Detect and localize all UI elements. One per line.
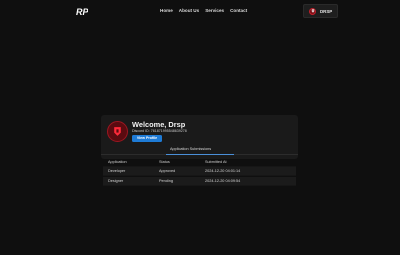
rp-logo-icon[interactable]: RP xyxy=(76,7,88,16)
tab-application-submissions[interactable]: Application Submissions xyxy=(170,147,211,151)
cell-application: Designer xyxy=(108,179,124,183)
discord-id-text: Discord ID: 761871995548639278 xyxy=(132,129,187,133)
view-profile-button[interactable]: View Profile xyxy=(132,134,162,142)
cell-status: Approved xyxy=(159,169,176,173)
table-row[interactable]: Developer Approved 2024-12-20 04:01:14 xyxy=(103,167,296,176)
main-nav: Home About Us Services Contact xyxy=(160,8,247,13)
svg-text:RP: RP xyxy=(76,7,88,16)
discord-avatar-icon xyxy=(311,9,314,13)
table-header-row: Application Status Submitted At xyxy=(103,158,296,167)
discord-avatar-icon xyxy=(114,127,121,136)
header-submitted-at: Submitted At xyxy=(205,160,227,164)
cell-submitted-at: 2024-12-20 04:01:14 xyxy=(205,169,241,173)
nav-about-us[interactable]: About Us xyxy=(179,8,199,13)
profile-card: Welcome, Drsp Discord ID: 76187199554863… xyxy=(101,115,298,159)
user-menu-button[interactable]: DRSP xyxy=(303,4,338,18)
submissions-table: Application Status Submitted At Develope… xyxy=(103,158,296,187)
nav-contact[interactable]: Contact xyxy=(230,8,247,13)
header-application: Application xyxy=(108,160,127,164)
user-avatar xyxy=(309,7,316,15)
cell-submitted-at: 2024-12-20 04:09:54 xyxy=(205,179,241,183)
welcome-heading: Welcome, Drsp xyxy=(132,120,186,129)
cell-status: Pending xyxy=(159,179,173,183)
nav-home[interactable]: Home xyxy=(160,8,173,13)
header-status: Status xyxy=(159,160,170,164)
cell-application: Developer xyxy=(108,169,126,173)
profile-avatar xyxy=(107,121,128,142)
tab-active-indicator xyxy=(166,153,234,155)
user-name: DRSP xyxy=(320,8,333,14)
nav-services[interactable]: Services xyxy=(205,8,224,13)
table-row[interactable]: Designer Pending 2024-12-20 04:09:54 xyxy=(103,177,296,186)
